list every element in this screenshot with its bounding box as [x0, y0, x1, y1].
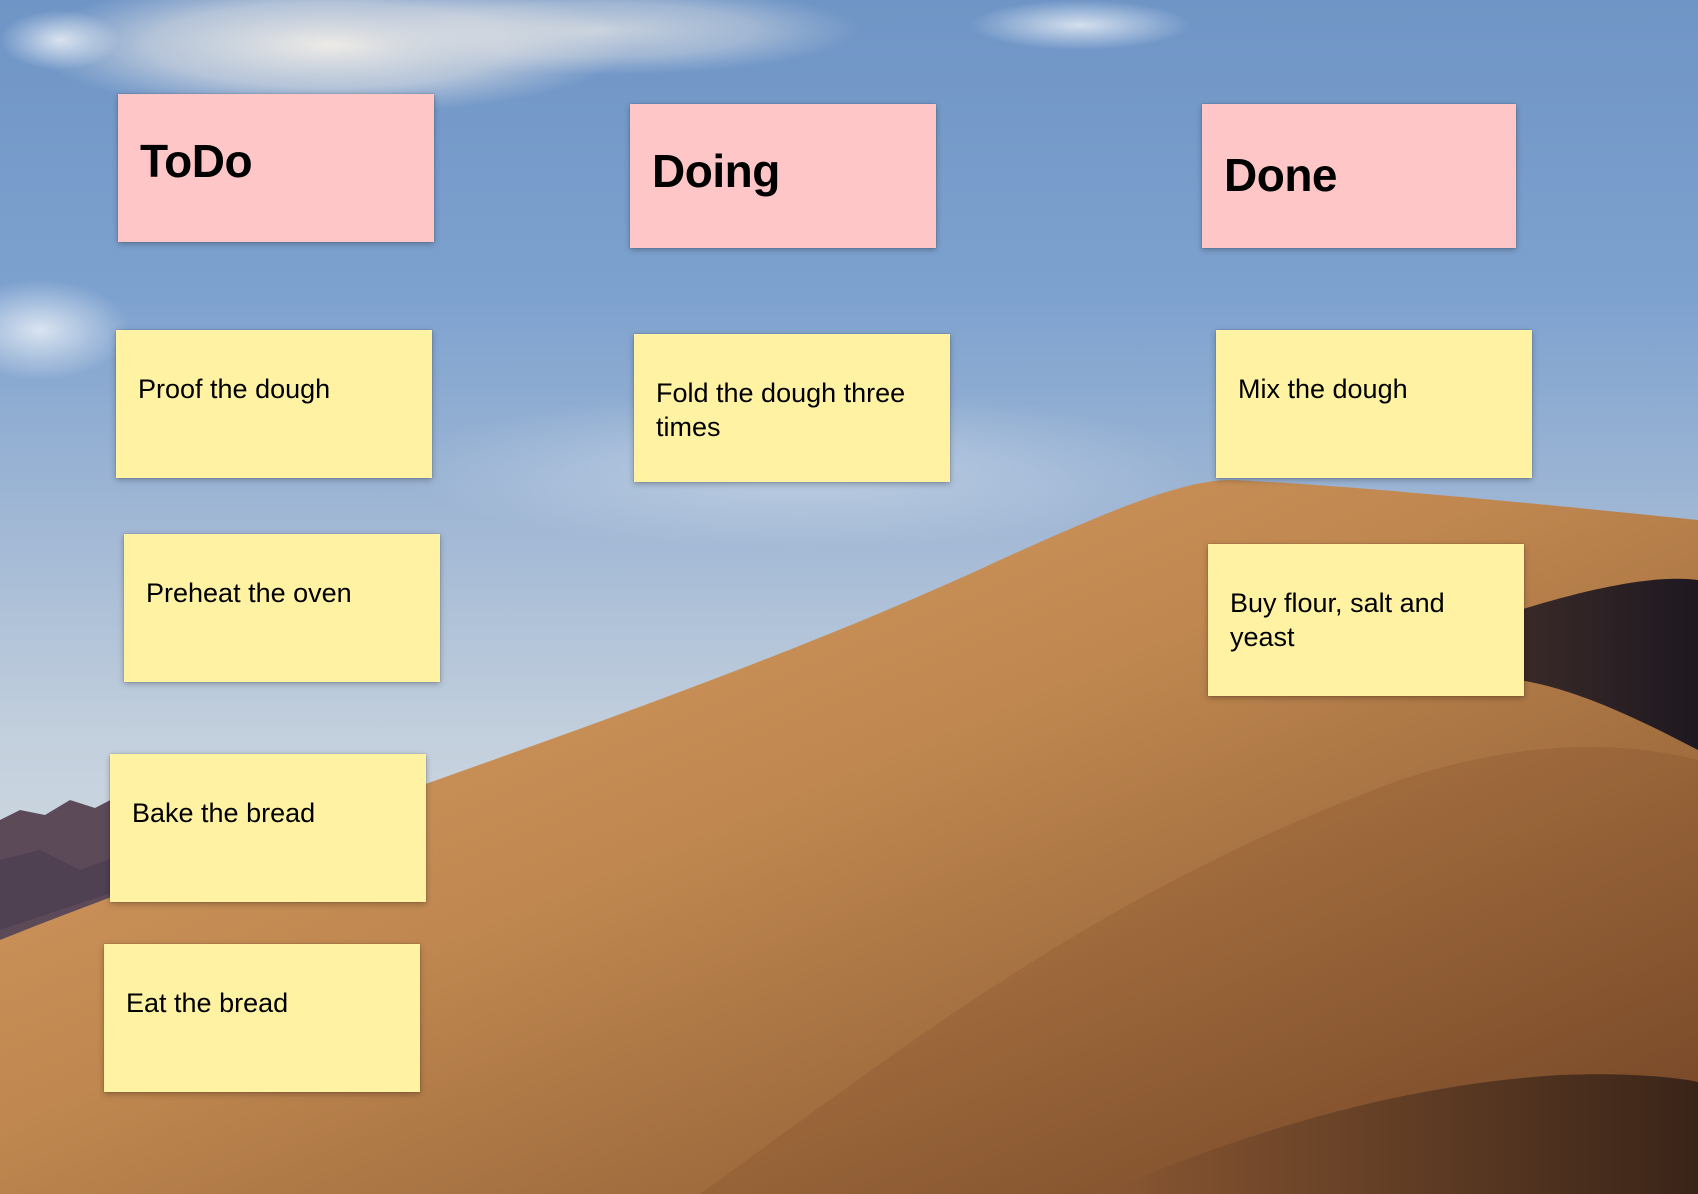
task-card-text: Proof the dough — [138, 374, 331, 404]
column-header-done[interactable]: Done — [1202, 104, 1516, 248]
task-card[interactable]: Eat the bread — [104, 944, 420, 1092]
task-card[interactable]: Bake the bread — [110, 754, 426, 902]
column-title: Done — [1224, 149, 1338, 201]
task-card-text: Bake the bread — [132, 798, 316, 828]
column-header-todo[interactable]: ToDo — [118, 94, 434, 242]
task-card[interactable]: Buy flour, salt and yeast — [1208, 544, 1524, 696]
task-card-text: Buy flour, salt and yeast — [1230, 588, 1445, 652]
task-card-text: Mix the dough — [1238, 374, 1408, 404]
column-title: Doing — [652, 145, 780, 197]
desktop-wallpaper: ToDo Proof the dough Preheat the oven Ba… — [0, 0, 1698, 1194]
task-card[interactable]: Proof the dough — [116, 330, 432, 478]
task-card[interactable]: Preheat the oven — [124, 534, 440, 682]
task-card-text: Eat the bread — [126, 988, 289, 1018]
task-card-text: Preheat the oven — [146, 578, 352, 608]
task-card[interactable]: Mix the dough — [1216, 330, 1532, 478]
task-card-text: Fold the dough three times — [656, 378, 906, 442]
column-header-doing[interactable]: Doing — [630, 104, 936, 248]
task-card[interactable]: Fold the dough three times — [634, 334, 950, 482]
column-title: ToDo — [140, 135, 253, 187]
